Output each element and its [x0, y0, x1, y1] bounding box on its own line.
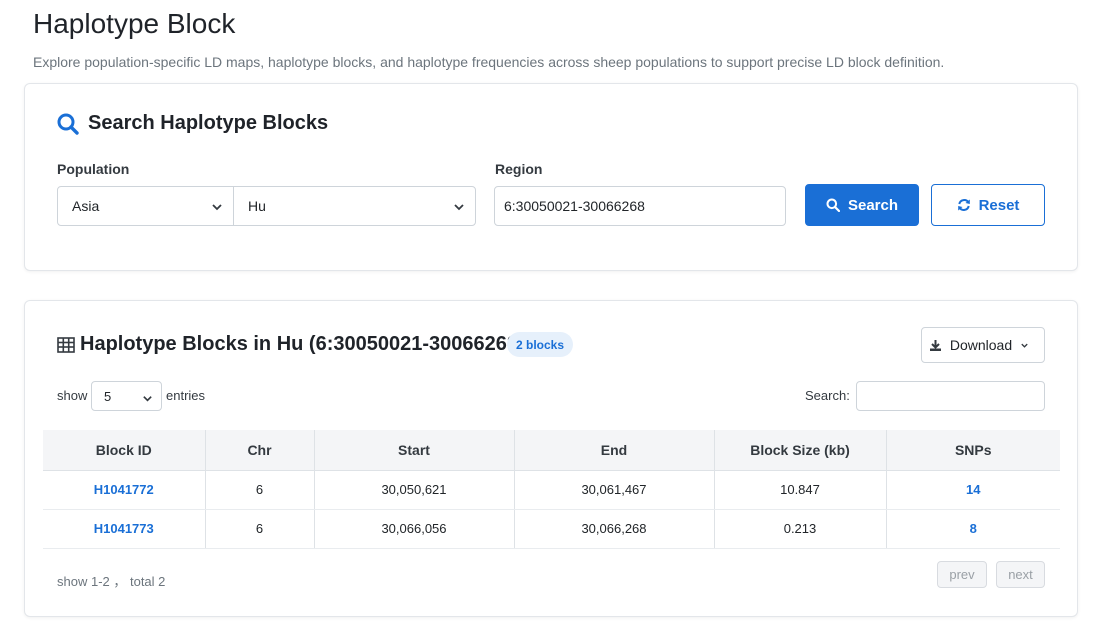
- start-cell: 30,050,621: [314, 470, 515, 510]
- entries-label: entries: [166, 388, 206, 403]
- chevron-down-icon: [454, 204, 464, 211]
- pagination-info: show 1-2 ， total 2: [57, 574, 166, 589]
- next-page-button[interactable]: next: [996, 561, 1045, 588]
- end-cell: 30,061,467: [514, 470, 715, 510]
- column-header-snps[interactable]: SNPs: [886, 430, 1060, 471]
- block-size-cell: 10.847: [714, 470, 887, 510]
- search-icon: [826, 198, 840, 212]
- reset-button-label: Reset: [978, 196, 1020, 214]
- continent-select-value: Asia: [72, 198, 100, 214]
- table-search-label: Search:: [805, 388, 850, 403]
- search-icon: [57, 113, 79, 135]
- region-input-value: 6:30050021-30066268: [504, 198, 645, 214]
- results-card-title: Haplotype Blocks in Hu (6:30050021-30066…: [57, 333, 525, 356]
- continent-select[interactable]: Asia: [57, 186, 234, 226]
- block-size-cell: 0.213: [714, 509, 887, 549]
- region-input[interactable]: 6:30050021-30066268: [494, 186, 786, 226]
- show-label: show: [57, 388, 88, 403]
- table-header-row: Block ID Chr Start End Block Size (kb) S…: [43, 430, 1060, 471]
- table-icon: [57, 336, 75, 353]
- population-select[interactable]: Hu: [233, 186, 476, 226]
- block-id-link[interactable]: H1041773: [94, 521, 154, 536]
- search-button[interactable]: Search: [805, 184, 919, 226]
- search-card-title: Search Haplotype Blocks: [57, 112, 328, 135]
- download-button-label: Download: [949, 337, 1013, 353]
- chevron-down-icon: [1021, 343, 1028, 348]
- snps-link[interactable]: 8: [970, 521, 977, 536]
- entries-select[interactable]: 5: [91, 381, 162, 411]
- haplotype-blocks-table: Block ID Chr Start End Block Size (kb) S…: [43, 430, 1060, 549]
- download-icon: [929, 339, 941, 351]
- results-card: Haplotype Blocks in Hu (6:30050021-30066…: [24, 300, 1078, 617]
- table-row: H1041772 6 30,050,621 30,061,467 10.847 …: [43, 470, 1060, 510]
- column-header-block-id[interactable]: Block ID: [43, 430, 206, 471]
- entries-select-value: 5: [104, 388, 112, 404]
- search-card-title-text: Search Haplotype Blocks: [88, 112, 329, 134]
- blocks-count-badge: 2 blocks: [507, 332, 574, 357]
- page-description: Explore population-specific LD maps, hap…: [33, 54, 945, 70]
- results-card-title-text: Haplotype Blocks in Hu (6:30050021-30066…: [80, 333, 525, 355]
- column-header-chr[interactable]: Chr: [205, 430, 315, 471]
- snps-link[interactable]: 14: [966, 482, 980, 497]
- table-row: H1041773 6 30,066,056 30,066,268 0.213 8: [43, 509, 1060, 549]
- column-header-end[interactable]: End: [514, 430, 715, 471]
- population-label: Population: [57, 161, 130, 177]
- search-card: Search Haplotype Blocks Population Regio…: [24, 83, 1078, 271]
- chr-cell: 6: [205, 509, 315, 549]
- chr-cell: 6: [205, 470, 315, 510]
- prev-page-button[interactable]: prev: [937, 561, 987, 588]
- download-button[interactable]: Download: [921, 327, 1045, 363]
- column-header-start[interactable]: Start: [314, 430, 515, 471]
- search-button-label: Search: [847, 196, 899, 214]
- start-cell: 30,066,056: [314, 509, 515, 549]
- reset-button[interactable]: Reset: [931, 184, 1045, 226]
- end-cell: 30,066,268: [514, 509, 715, 549]
- chevron-down-icon: [212, 204, 222, 211]
- block-id-link[interactable]: H1041772: [94, 482, 154, 497]
- page-title: Haplotype Block: [33, 8, 236, 39]
- population-select-value: Hu: [248, 198, 266, 214]
- region-label: Region: [495, 161, 543, 177]
- chevron-down-icon: [143, 396, 152, 402]
- sync-icon: [957, 199, 970, 211]
- column-header-block-size[interactable]: Block Size (kb): [714, 430, 887, 471]
- table-search-input[interactable]: [856, 381, 1045, 411]
